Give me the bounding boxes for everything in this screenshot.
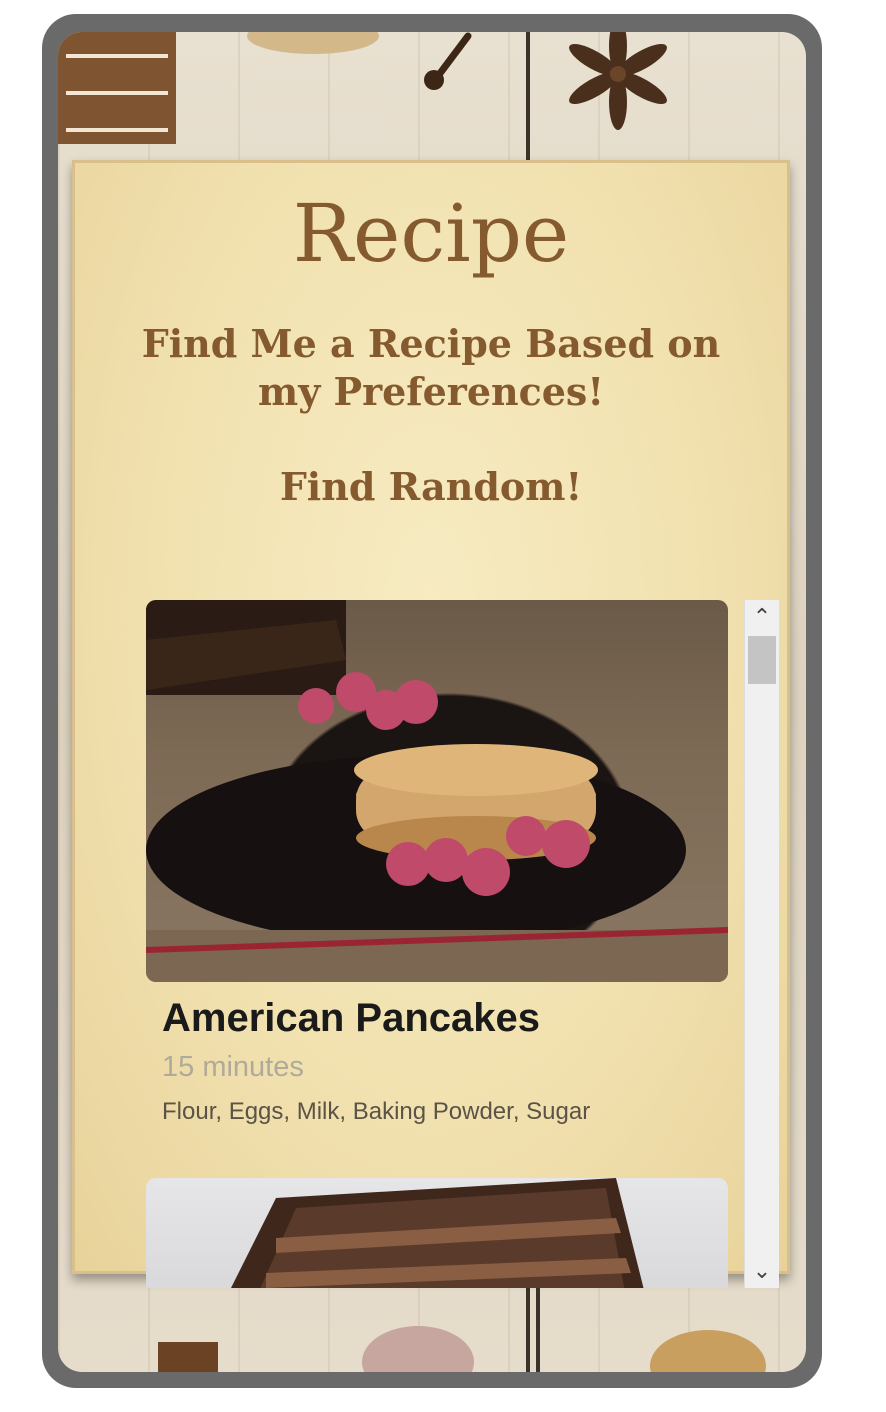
device-frame: Recipe Find Me a Recipe Based on my Pref… — [42, 14, 822, 1388]
list-scrollbar[interactable]: ⌃ ⌄ — [744, 600, 779, 1288]
recipe-ingredients: Flour, Eggs, Milk, Baking Powder, Sugar — [162, 1098, 591, 1125]
recipe-title: American Pancakes — [162, 996, 541, 1040]
menu-button[interactable] — [58, 32, 176, 144]
find-random-link[interactable]: Find Random! — [72, 464, 790, 509]
star-anise-decoration — [569, 32, 667, 130]
scroll-thumb[interactable] — [748, 636, 776, 684]
find-by-preferences-link[interactable]: Find Me a Recipe Based on my Preferences… — [132, 320, 730, 416]
recipe-image — [146, 1178, 728, 1288]
recipe-panel: Recipe Find Me a Recipe Based on my Pref… — [72, 160, 790, 1288]
recipe-list[interactable]: American Pancakes 15 minutes Flour, Eggs… — [146, 600, 728, 1288]
pancake-photo-illustration — [146, 600, 728, 982]
recipe-image — [146, 600, 728, 982]
wooden-bowl-decoration — [247, 32, 379, 54]
bottom-ingredients-decoration — [158, 1326, 766, 1372]
clove-decoration — [424, 32, 472, 90]
chevron-up-icon[interactable]: ⌃ — [745, 600, 779, 634]
recipe-card[interactable] — [146, 1178, 728, 1288]
app-screen: Recipe Find Me a Recipe Based on my Pref… — [58, 32, 806, 1372]
cake-photo-illustration — [231, 1178, 644, 1288]
recipe-time: 15 minutes — [162, 1051, 304, 1083]
chevron-down-icon[interactable]: ⌄ — [745, 1254, 779, 1288]
recipe-card[interactable]: American Pancakes 15 minutes Flour, Eggs… — [146, 600, 728, 1126]
page-title: Recipe — [292, 187, 570, 280]
